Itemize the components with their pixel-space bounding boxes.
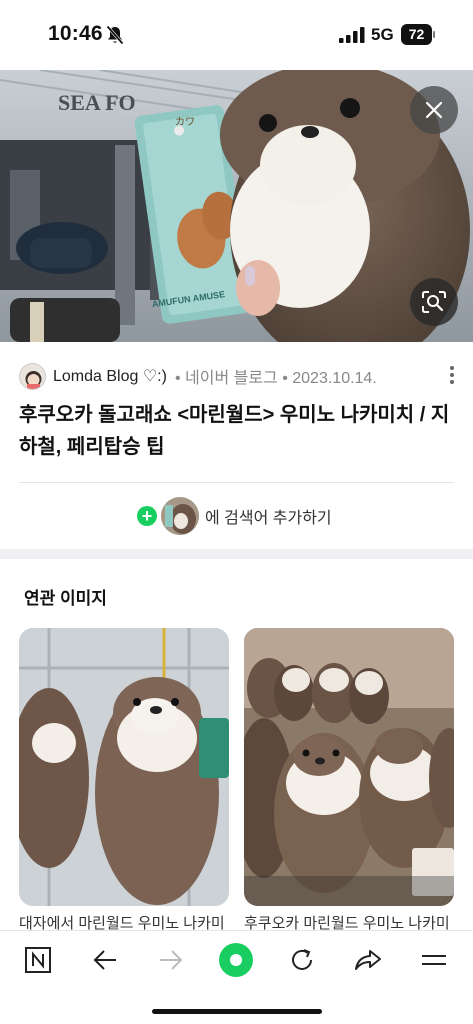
status-time: 10:46 (48, 22, 103, 45)
image-search-icon (422, 291, 446, 313)
add-search-label: 에 검색어 추가하기 (205, 510, 332, 527)
refresh-icon (292, 949, 312, 970)
more-vertical-icon[interactable] (448, 365, 456, 385)
refresh-button[interactable] (279, 937, 325, 983)
back-button[interactable] (82, 937, 128, 983)
related-image (19, 628, 229, 906)
image-thumb (161, 497, 199, 535)
section-title: 연관 이미지 (24, 589, 107, 608)
divider (19, 482, 454, 483)
menu-button[interactable] (411, 937, 457, 983)
status-bar: 10:46 5G 72 (0, 0, 473, 70)
hero-photo: カワ AMUFUN AMUSE SEA FO (0, 70, 473, 342)
signal-icon (339, 27, 365, 43)
sea-sign: SEA FO (58, 90, 136, 115)
result-title[interactable]: 후쿠오카 돌고래쇼 <마린월드> 우미노 나카미치 / 지하철, 페리탑승 팁 (19, 399, 459, 463)
forward-arrow-icon (160, 950, 183, 970)
share-button[interactable] (345, 937, 391, 983)
section-separator (0, 549, 473, 559)
back-arrow-icon (93, 950, 116, 970)
share-icon (355, 950, 381, 970)
close-button[interactable] (410, 86, 458, 134)
source-row[interactable]: Lomda Blog ♡:) • 네이버 블로그 • 2023.10.14. (19, 362, 459, 390)
home-indicator (152, 1009, 322, 1014)
add-to-search-button[interactable]: + 에 검색어 추가하기 (137, 496, 332, 536)
network-label: 5G (371, 25, 394, 44)
green-home-button[interactable] (213, 937, 259, 983)
green-home-icon (219, 943, 253, 977)
naver-n-icon (25, 947, 51, 973)
bell-slash-icon (106, 25, 124, 45)
plus-icon: + (137, 506, 157, 526)
forward-button[interactable] (148, 937, 194, 983)
source-name[interactable]: Lomda Blog ♡:) (53, 366, 167, 386)
image-search-button[interactable] (410, 278, 458, 326)
battery-indicator: 72 (401, 24, 435, 45)
related-caption[interactable]: 대자에서 마린월드 우미노 나카미 (19, 912, 229, 932)
source-meta: • 네이버 블로그 • 2023.10.14. (174, 370, 377, 387)
related-caption[interactable]: 후쿠오카 마린월드 우미노 나카미 (244, 912, 454, 932)
battery-tip (433, 31, 435, 38)
close-icon (425, 101, 443, 119)
naver-home-button[interactable] (15, 937, 61, 983)
menu-icon (422, 955, 446, 965)
avatar (19, 362, 46, 390)
hero-image[interactable]: カワ AMUFUN AMUSE SEA FO (0, 70, 473, 342)
tag-text-1: カワ (175, 116, 195, 128)
related-image-card[interactable] (244, 628, 454, 906)
related-image (244, 628, 454, 906)
related-image-card[interactable] (19, 628, 229, 906)
battery-level: 72 (401, 24, 432, 45)
